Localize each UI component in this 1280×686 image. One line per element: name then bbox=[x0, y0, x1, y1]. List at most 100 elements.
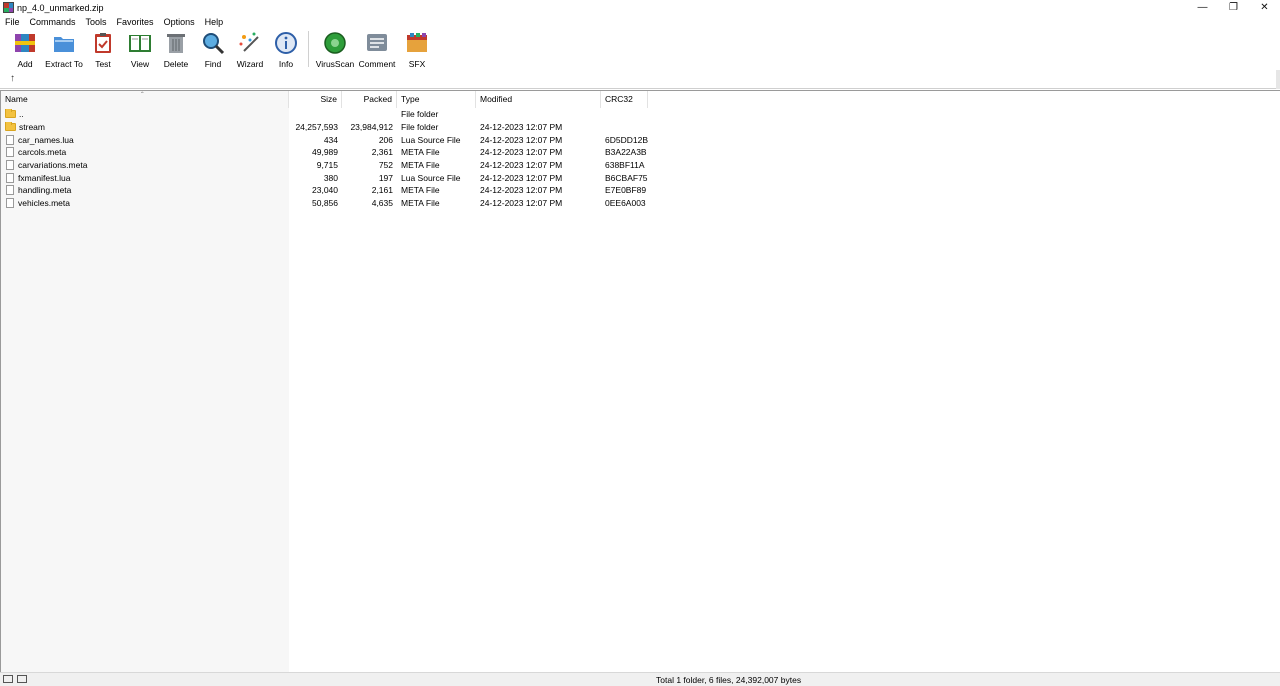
table-row[interactable]: carvariations.meta 9,715 752 META File 2… bbox=[1, 159, 648, 172]
column-header-type[interactable]: Type bbox=[397, 91, 476, 108]
path-bar-scroll[interactable] bbox=[1276, 70, 1280, 89]
info-icon bbox=[275, 32, 297, 54]
file-modified: 24-12-2023 12:07 PM bbox=[480, 134, 563, 145]
table-row[interactable]: handling.meta 23,040 2,161 META File 24-… bbox=[1, 184, 648, 197]
table-row[interactable]: fxmanifest.lua 380 197 Lua Source File 2… bbox=[1, 171, 648, 184]
view-button[interactable]: View bbox=[122, 29, 158, 70]
file-crc: 6D5DD12B bbox=[605, 134, 648, 145]
find-button[interactable]: Find bbox=[194, 29, 232, 70]
file-icon bbox=[6, 160, 14, 171]
find-label: Find bbox=[204, 59, 222, 69]
column-header-size[interactable]: Size bbox=[289, 91, 342, 108]
file-size: 23,040 bbox=[312, 185, 338, 196]
menu-options[interactable]: Options bbox=[159, 15, 200, 29]
key-icon[interactable] bbox=[17, 675, 27, 683]
virusscan-label: VirusScan bbox=[315, 59, 355, 69]
column-name-label: Name bbox=[5, 94, 28, 104]
table-row[interactable]: vehicles.meta 50,856 4,635 META File 24-… bbox=[1, 197, 648, 210]
info-button[interactable]: Info bbox=[268, 29, 304, 70]
minimize-button[interactable]: — bbox=[1187, 0, 1218, 15]
file-modified: 24-12-2023 12:07 PM bbox=[480, 172, 563, 183]
column-header-name[interactable]: Name ˆ bbox=[1, 91, 289, 108]
trash-icon bbox=[167, 34, 185, 53]
file-packed: 23,984,912 bbox=[350, 122, 393, 133]
file-type: META File bbox=[401, 147, 440, 158]
virusscan-button[interactable]: VirusScan bbox=[313, 29, 357, 70]
test-button[interactable]: Test bbox=[84, 29, 122, 70]
table-row[interactable]: carcols.meta 49,989 2,361 META File 24-1… bbox=[1, 146, 648, 159]
comment-label: Comment bbox=[358, 59, 396, 69]
menu-bar: File Commands Tools Favorites Options He… bbox=[0, 15, 228, 29]
file-name: car_names.lua bbox=[18, 134, 74, 145]
file-name: stream bbox=[19, 122, 45, 133]
table-row[interactable]: .. File folder bbox=[1, 108, 648, 121]
status-bar: Total 1 folder, 6 files, 24,392,007 byte… bbox=[0, 672, 1280, 686]
file-icon bbox=[6, 198, 14, 209]
file-name: fxmanifest.lua bbox=[18, 172, 71, 183]
extract-to-button[interactable]: Extract To bbox=[44, 29, 84, 70]
file-name: carcols.meta bbox=[18, 147, 67, 158]
file-type: File folder bbox=[401, 109, 439, 120]
folder-icon bbox=[5, 109, 16, 119]
sfx-box-icon bbox=[407, 33, 427, 52]
menu-commands[interactable]: Commands bbox=[25, 15, 81, 29]
file-crc: B6CBAF75 bbox=[605, 172, 648, 183]
folder-icon bbox=[5, 122, 16, 132]
file-modified: 24-12-2023 12:07 PM bbox=[480, 160, 563, 171]
file-size: 49,989 bbox=[312, 147, 338, 158]
add-button[interactable]: Add bbox=[6, 29, 44, 70]
sfx-label: SFX bbox=[408, 59, 426, 69]
winrar-app-icon[interactable] bbox=[3, 2, 14, 13]
file-name: handling.meta bbox=[18, 185, 72, 196]
file-icon bbox=[6, 172, 14, 183]
file-packed: 197 bbox=[378, 172, 393, 183]
menu-tools[interactable]: Tools bbox=[81, 15, 112, 29]
menu-help[interactable]: Help bbox=[200, 15, 229, 29]
delete-label: Delete bbox=[163, 59, 189, 69]
file-modified: 24-12-2023 12:07 PM bbox=[480, 147, 563, 158]
table-row[interactable]: car_names.lua 434 206 Lua Source File 24… bbox=[1, 133, 648, 146]
status-icons bbox=[3, 675, 27, 683]
extract-to-label: Extract To bbox=[45, 59, 83, 69]
file-type: Lua Source File bbox=[401, 172, 461, 183]
wizard-label: Wizard bbox=[236, 59, 264, 69]
menu-file[interactable]: File bbox=[0, 15, 25, 29]
file-packed: 752 bbox=[378, 160, 393, 171]
file-size: 380 bbox=[323, 172, 338, 183]
test-clipboard-icon bbox=[95, 33, 111, 53]
file-type: File folder bbox=[401, 122, 439, 133]
menu-favorites[interactable]: Favorites bbox=[112, 15, 159, 29]
view-book-icon bbox=[129, 35, 151, 52]
list-header: Name ˆ Size Packed Type Modified CRC32 bbox=[1, 91, 648, 108]
delete-button[interactable]: Delete bbox=[158, 29, 194, 70]
sfx-button[interactable]: SFX bbox=[397, 29, 437, 70]
restore-button[interactable]: ❐ bbox=[1218, 0, 1249, 15]
column-header-crc32[interactable]: CRC32 bbox=[601, 91, 648, 108]
file-size: 434 bbox=[323, 134, 338, 145]
drive-icon[interactable] bbox=[3, 675, 13, 683]
column-header-packed[interactable]: Packed bbox=[342, 91, 397, 108]
path-bar: ↑ bbox=[0, 70, 1280, 89]
file-crc: B3A22A3B bbox=[605, 147, 647, 158]
file-name: .. bbox=[19, 109, 24, 120]
file-packed: 206 bbox=[378, 134, 393, 145]
file-type: Lua Source File bbox=[401, 134, 461, 145]
file-name: carvariations.meta bbox=[18, 160, 88, 171]
file-rows: .. File folder stream 24,257,593 23,984,… bbox=[1, 108, 648, 210]
up-folder-icon[interactable]: ↑ bbox=[10, 73, 15, 84]
file-crc: 638BF11A bbox=[605, 160, 645, 171]
column-header-modified[interactable]: Modified bbox=[476, 91, 601, 108]
title-bar: np_4.0_unmarked.zip — ❐ ✕ bbox=[0, 0, 1280, 15]
file-type: META File bbox=[401, 185, 440, 196]
file-packed: 2,361 bbox=[371, 147, 393, 158]
wizard-button[interactable]: Wizard bbox=[232, 29, 268, 70]
file-crc: E7E0BF89 bbox=[605, 185, 647, 196]
file-icon bbox=[6, 147, 14, 158]
table-row[interactable]: stream 24,257,593 23,984,912 File folder… bbox=[1, 121, 648, 134]
file-modified: 24-12-2023 12:07 PM bbox=[480, 185, 563, 196]
test-label: Test bbox=[95, 59, 111, 69]
comment-button[interactable]: Comment bbox=[357, 29, 397, 70]
toolbar: Add Extract To Test View Delete Find Wiz… bbox=[0, 29, 1280, 70]
close-button[interactable]: ✕ bbox=[1249, 0, 1280, 15]
file-packed: 4,635 bbox=[371, 198, 393, 209]
